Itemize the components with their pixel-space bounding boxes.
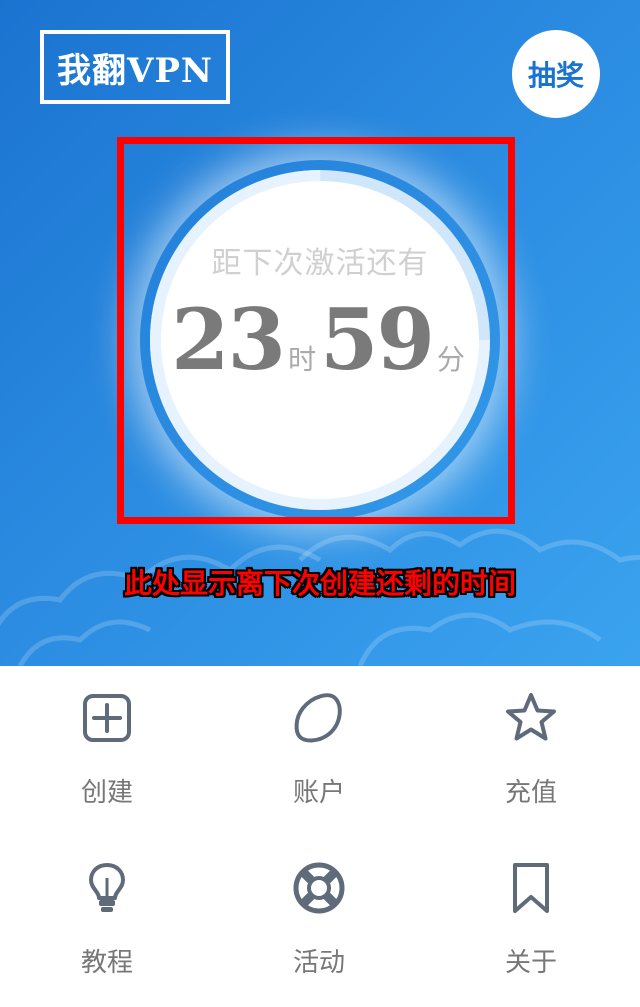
menu-item-recharge[interactable]: 充值 — [425, 666, 637, 836]
lottery-button[interactable]: 抽奖 — [512, 30, 600, 118]
star-icon — [506, 693, 556, 741]
app-logo: 我翻VPN — [40, 30, 230, 104]
plus-square-icon — [83, 694, 131, 742]
bookmark-icon — [513, 863, 549, 913]
hero-panel: 我翻VPN 抽奖 距下次激活还有 23 时 59 分 此处显示离下次创建还剩的时… — [0, 0, 640, 666]
annotation-text: 此处显示离下次创建还剩的时间 — [123, 567, 516, 600]
menu-label: 充值 — [504, 778, 557, 808]
lemon-icon — [294, 693, 342, 743]
menu-label: 活动 — [292, 948, 345, 978]
lightbulb-icon — [89, 863, 125, 912]
menu-item-about[interactable]: 关于 — [425, 836, 637, 1006]
menu-label: 教程 — [80, 948, 133, 978]
menu-item-create[interactable]: 创建 — [1, 666, 213, 836]
menu-label: 关于 — [504, 948, 557, 978]
lifebuoy-icon — [293, 862, 345, 914]
menu-grid: 创建 账户 充值 教程 活动 关于 — [0, 666, 640, 1007]
menu-label: 账户 — [292, 778, 345, 808]
menu-label: 创建 — [80, 778, 133, 808]
menu-item-tutorial[interactable]: 教程 — [1, 836, 213, 1006]
highlight-box — [117, 137, 515, 524]
menu-item-account[interactable]: 账户 — [213, 666, 425, 836]
menu-item-activity[interactable]: 活动 — [213, 836, 425, 1006]
